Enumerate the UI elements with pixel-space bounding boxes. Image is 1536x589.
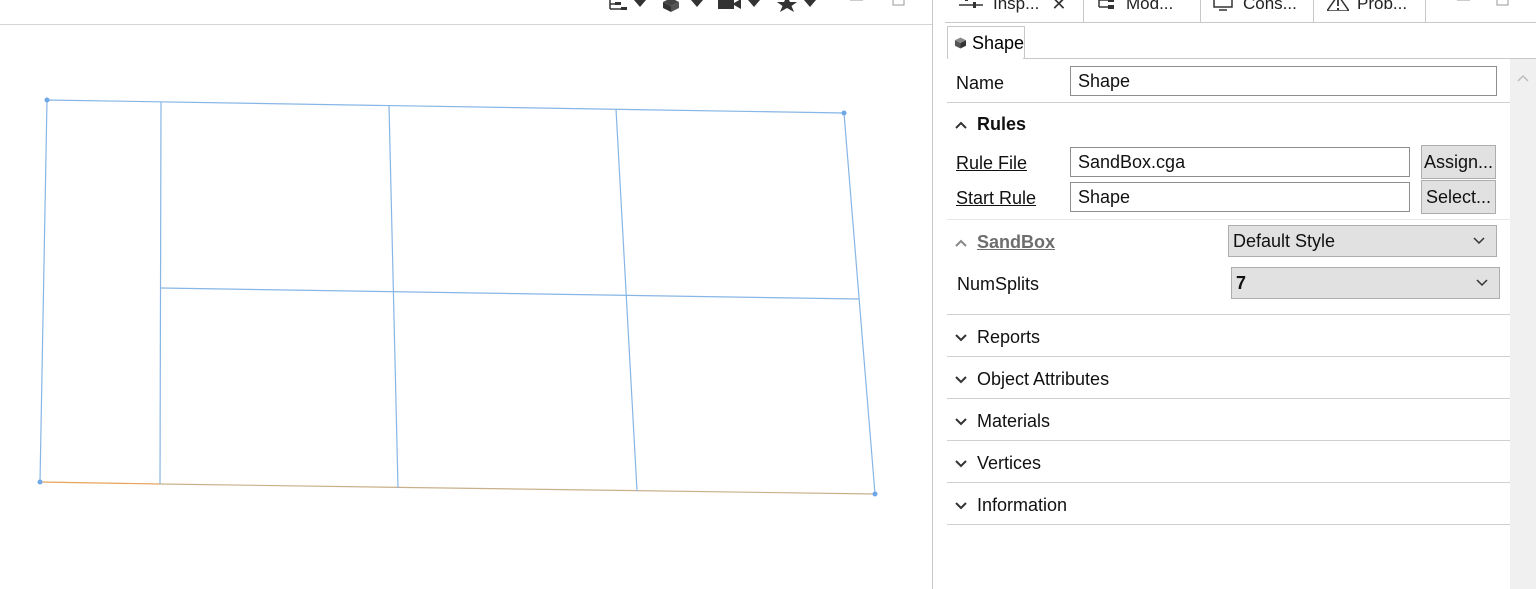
sandbox-title-link[interactable]: SandBox	[977, 232, 1055, 253]
chevron-down-icon[interactable]	[748, 0, 760, 7]
start-rule-field[interactable]: Shape	[1070, 182, 1410, 212]
tab-label: Insp...	[993, 0, 1040, 13]
scroll-up-icon[interactable]	[1516, 73, 1530, 83]
materials-section-header[interactable]: Materials	[947, 411, 1050, 432]
style-select[interactable]: Default Style	[1228, 225, 1497, 257]
chevron-down-icon	[955, 417, 967, 425]
tab-divider	[1083, 0, 1084, 22]
edge-top[interactable]	[46, 99, 845, 114]
tab-label: Prob...	[1357, 0, 1408, 13]
divider	[947, 398, 1510, 399]
sandbox-section-header[interactable]: SandBox	[947, 232, 1055, 253]
chevron-down-icon[interactable]	[804, 0, 816, 7]
vertex-point[interactable]	[872, 491, 878, 497]
star-bookmark-icon[interactable]	[776, 0, 816, 14]
camera-icon[interactable]	[718, 0, 760, 14]
name-field[interactable]: Shape	[1070, 66, 1497, 96]
scene-canvas[interactable]	[0, 0, 932, 589]
chevron-down-icon	[955, 459, 967, 467]
rule-file-field[interactable]: SandBox.cga	[1070, 147, 1410, 177]
edge-bottom-left[interactable]	[39, 481, 161, 485]
split-line[interactable]	[615, 108, 638, 492]
vertices-section-header[interactable]: Vertices	[947, 453, 1041, 474]
tab-divider	[1313, 0, 1314, 22]
section-title: Vertices	[977, 453, 1042, 473]
numsplits-label: NumSplits	[957, 274, 1040, 294]
tab-model-hierarchy[interactable]: Mod...	[1096, 0, 1198, 22]
viewport-toolbar	[0, 0, 932, 25]
vertex-point[interactable]	[37, 479, 43, 485]
inspector-panel: Insp... ✕ Mod... Cons... Prob... Shape N…	[945, 0, 1536, 589]
split-line[interactable]	[159, 101, 162, 485]
inspector-icon	[959, 0, 983, 8]
section-title: Information	[977, 495, 1068, 515]
assign-button[interactable]: Assign...	[1421, 145, 1496, 179]
tab-console[interactable]: Cons...	[1213, 0, 1313, 22]
section-title: Materials	[977, 411, 1051, 431]
viewport[interactable]	[0, 0, 932, 589]
tab-divider	[1425, 0, 1426, 22]
minimize-icon[interactable]	[1457, 0, 1471, 8]
chevron-down-icon	[955, 333, 967, 341]
scrollbar[interactable]	[1510, 59, 1536, 589]
start-rule-link[interactable]: Start Rule	[956, 188, 1036, 209]
split-line[interactable]	[388, 104, 399, 489]
divider	[947, 314, 1510, 315]
chevron-down-icon	[1473, 237, 1485, 245]
chevron-down-icon	[955, 375, 967, 383]
vertex-point[interactable]	[841, 110, 847, 116]
maximize-icon[interactable]	[892, 0, 906, 8]
vertex-point[interactable]	[44, 97, 50, 103]
name-label: Name	[956, 73, 1005, 93]
edge-bottom[interactable]	[159, 483, 876, 495]
reports-section-header[interactable]: Reports	[947, 327, 1040, 348]
chevron-down-icon[interactable]	[691, 0, 703, 7]
chevron-up-icon	[955, 239, 967, 247]
close-icon[interactable]: ✕	[1051, 0, 1066, 15]
object-attributes-section-header[interactable]: Object Attributes	[947, 369, 1109, 390]
edge-right[interactable]	[843, 112, 876, 495]
style-select-value: Default Style	[1233, 231, 1336, 251]
divider	[947, 102, 1510, 103]
divider	[947, 440, 1510, 441]
tab-problems[interactable]: Prob...	[1327, 0, 1422, 22]
tab-divider	[1200, 0, 1201, 22]
model-hierarchy-icon	[1098, 0, 1114, 9]
minimize-icon[interactable]	[850, 0, 864, 8]
maximize-icon[interactable]	[1496, 0, 1510, 8]
tab-inspector[interactable]: Insp... ✕	[959, 0, 1083, 22]
numsplits-select[interactable]: 7	[1231, 267, 1500, 299]
shape-cube-icon	[954, 37, 967, 49]
cube-view-icon[interactable]	[661, 0, 703, 14]
divider	[947, 219, 1510, 220]
select-button[interactable]: Select...	[1421, 180, 1496, 214]
rules-section-header[interactable]: Rules	[947, 114, 1026, 135]
chevron-down-icon	[1476, 279, 1488, 287]
panel-tabbar: Insp... ✕ Mod... Cons... Prob...	[945, 0, 1536, 23]
chevron-down-icon	[955, 501, 967, 509]
divider	[947, 482, 1510, 483]
warning-icon	[1327, 0, 1349, 11]
console-icon	[1213, 0, 1233, 11]
layers-icon[interactable]	[606, 0, 646, 14]
inspector-content: Name Shape Rules Rule File SandBox.cga A…	[947, 59, 1510, 589]
numsplits-value: 7	[1236, 273, 1247, 293]
edge-left[interactable]	[39, 99, 48, 483]
section-title: Object Attributes	[977, 369, 1110, 389]
tab-label: Cons...	[1243, 0, 1297, 13]
split-line-horizontal[interactable]	[160, 287, 860, 300]
section-title: Reports	[977, 327, 1041, 347]
rule-file-link[interactable]: Rule File	[956, 153, 1027, 174]
chevron-up-icon	[955, 121, 967, 129]
chevron-down-icon[interactable]	[634, 0, 646, 7]
tab-label: Mod...	[1126, 0, 1174, 13]
subtab-shape[interactable]: Shape	[947, 26, 1025, 59]
viewport-divider[interactable]	[932, 0, 933, 589]
rules-title: Rules	[977, 114, 1027, 134]
divider	[947, 356, 1510, 357]
subtab-label: Shape	[971, 32, 1024, 53]
divider	[947, 524, 1510, 525]
information-section-header[interactable]: Information	[947, 495, 1067, 516]
